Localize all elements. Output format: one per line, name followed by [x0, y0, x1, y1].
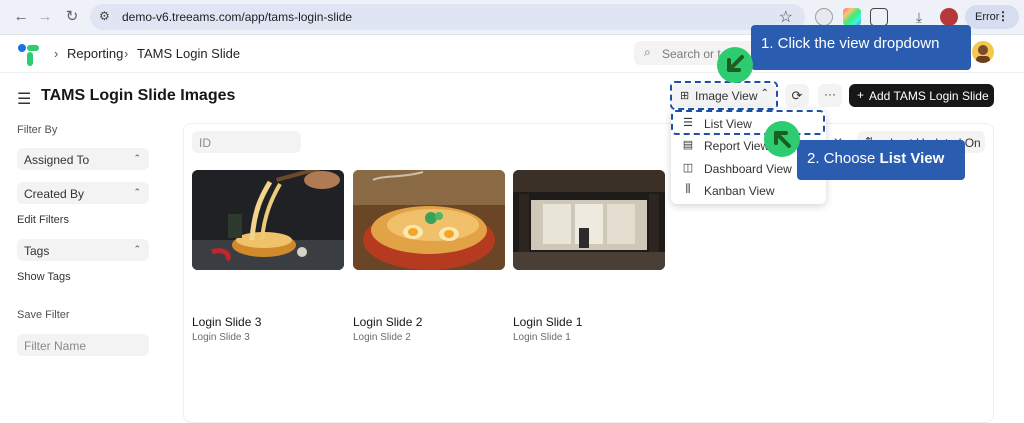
extensions-puzzle-icon[interactable]: [870, 8, 888, 26]
show-tags-link[interactable]: Show Tags: [17, 271, 71, 283]
tags-filter[interactable]: Tags ⌃: [17, 239, 149, 261]
card-image-login-slide-2[interactable]: [353, 170, 505, 270]
profile-status-label: Error: [975, 11, 1000, 23]
refresh-button[interactable]: ⟳: [785, 84, 809, 107]
highlight-list-view: [671, 110, 825, 135]
browser-menu-icon[interactable]: ⋮: [997, 9, 1009, 23]
menu-item-label: Dashboard View: [704, 162, 792, 176]
chevron-updown-icon: ⌃: [133, 153, 141, 163]
card-title[interactable]: Login Slide 1: [513, 315, 582, 329]
page-title: TAMS Login Slide Images: [41, 87, 236, 104]
callout-step-1-text: 1. Click the view dropdown: [761, 35, 940, 52]
ellipsis-icon: ···: [824, 87, 836, 101]
chevron-updown-icon: ⌃: [133, 187, 141, 197]
app-logo-icon[interactable]: [16, 42, 42, 68]
back-icon[interactable]: ←: [12, 8, 30, 26]
save-filter-heading: Save Filter: [17, 309, 70, 321]
refresh-icon: ⟳: [791, 88, 803, 103]
tutorial-pointer-step-2: [764, 121, 800, 157]
created-by-filter[interactable]: Created By ⌃: [17, 182, 149, 204]
card-image-login-slide-3[interactable]: [192, 170, 344, 270]
user-avatar[interactable]: [972, 41, 994, 63]
callout-step-2-text: 2. Choose List View: [807, 150, 945, 167]
card-subtitle: Login Slide 2: [353, 332, 411, 343]
card-title[interactable]: Login Slide 2: [353, 315, 422, 329]
address-bar[interactable]: ⚙ demo-v6.treeams.com/app/tams-login-sli…: [90, 4, 805, 30]
profile-avatar-icon[interactable]: [940, 8, 958, 26]
plus-icon: +: [857, 88, 865, 102]
search-icon: ⌕: [644, 45, 651, 59]
extension-icon[interactable]: [815, 8, 833, 26]
id-filter-input[interactable]: ID: [192, 131, 301, 153]
reload-icon[interactable]: ↻: [63, 8, 81, 26]
card-image-login-slide-1[interactable]: [513, 170, 665, 270]
assigned-to-label: Assigned To: [24, 153, 90, 167]
menu-item-kanban-view[interactable]: ⫼ Kanban View: [671, 179, 826, 201]
bookmark-star-icon[interactable]: ☆: [779, 7, 793, 27]
report-icon: ▤: [682, 139, 694, 151]
id-filter-placeholder: ID: [199, 136, 211, 150]
card-title[interactable]: Login Slide 3: [192, 315, 261, 329]
highlight-view-dropdown: [670, 81, 778, 110]
url-text[interactable]: demo-v6.treeams.com/app/tams-login-slide: [122, 10, 352, 24]
breadcrumb-current[interactable]: TAMS Login Slide: [137, 46, 240, 61]
arrow-down-left-icon: [727, 55, 744, 72]
filter-name-placeholder: Filter Name: [24, 339, 87, 353]
tags-label: Tags: [24, 244, 50, 258]
site-settings-icon[interactable]: ⚙: [99, 9, 110, 23]
extension-color-icon[interactable]: [843, 8, 861, 26]
filter-name-input[interactable]: Filter Name: [17, 334, 149, 356]
filter-by-heading: Filter By: [17, 124, 58, 136]
breadcrumb-separator-icon: ›: [124, 46, 129, 61]
breadcrumb-reporting[interactable]: Reporting: [67, 46, 123, 61]
kanban-icon: ⫼: [685, 183, 691, 195]
card-subtitle: Login Slide 1: [513, 332, 571, 343]
chevron-updown-icon: ⌃: [133, 244, 141, 254]
tutorial-pointer-step-1: [717, 47, 753, 83]
callout-step-2: 2. Choose List View: [797, 140, 965, 180]
created-by-label: Created By: [24, 187, 85, 201]
add-record-button[interactable]: + Add TAMS Login Slide: [849, 84, 994, 107]
menu-item-label: Kanban View: [704, 184, 775, 198]
assigned-to-filter[interactable]: Assigned To ⌃: [17, 148, 149, 170]
breadcrumb-separator-icon: ›: [54, 46, 59, 61]
profile-error-pill[interactable]: Error ⋮: [965, 5, 1019, 29]
callout-step-1: 1. Click the view dropdown: [751, 25, 971, 70]
card-subtitle: Login Slide 3: [192, 332, 250, 343]
more-actions-button[interactable]: ···: [818, 84, 842, 107]
dashboard-icon: ◫: [682, 162, 694, 174]
forward-icon[interactable]: →: [36, 8, 54, 26]
download-icon[interactable]: ⤓: [910, 8, 928, 26]
edit-filters-link[interactable]: Edit Filters: [17, 214, 69, 226]
add-record-label: Add TAMS Login Slide: [869, 89, 989, 103]
sidebar-toggle-icon[interactable]: ☰: [17, 89, 31, 109]
search-placeholder: Search or t: [662, 47, 721, 61]
menu-item-label: Report View: [704, 139, 770, 153]
arrow-up-left-icon: [774, 131, 791, 148]
